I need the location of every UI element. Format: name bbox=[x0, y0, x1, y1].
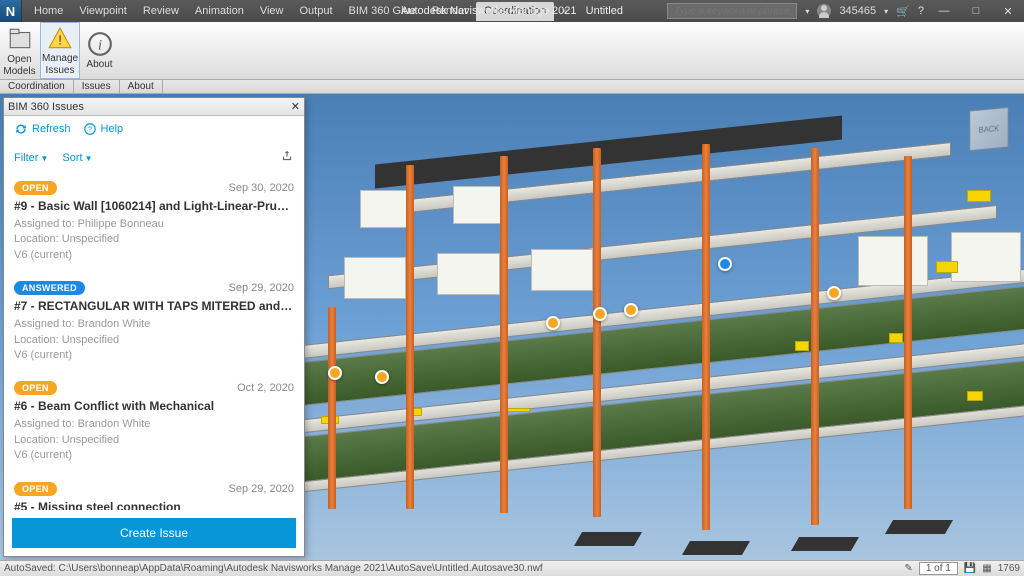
issue-title: #9 - Basic Wall [1060214] and Light-Line… bbox=[14, 199, 294, 213]
help-button[interactable]: ? Help bbox=[83, 122, 124, 136]
user-dropdown-icon[interactable]: ▾ bbox=[884, 7, 888, 16]
issue-date: Sep 29, 2020 bbox=[229, 483, 294, 495]
create-issue-button[interactable]: Create Issue bbox=[12, 518, 296, 548]
issue-date: Oct 2, 2020 bbox=[237, 382, 294, 394]
sort-label: Sort bbox=[62, 152, 82, 164]
status-bar: AutoSaved: C:\Users\bonneap\AppData\Roam… bbox=[0, 560, 1024, 576]
close-button[interactable]: ✕ bbox=[996, 5, 1020, 18]
issue-version: V6 (current) bbox=[14, 348, 294, 363]
ribbon-label: Models bbox=[3, 67, 35, 77]
cart-icon[interactable]: 🛒 bbox=[896, 5, 910, 18]
issue-location: Location: Unspecified bbox=[14, 333, 294, 348]
ribbon-groups: Coordination Issues About bbox=[0, 80, 1024, 94]
ribbon: Open Models ! Manage Issues i About bbox=[0, 22, 1024, 80]
panel-close-icon[interactable]: ✕ bbox=[291, 100, 300, 113]
window-title: Autodesk Navisworks Manage 2021 Untitled bbox=[401, 5, 623, 17]
status-badge: ANSWERED bbox=[14, 281, 85, 295]
ribbon-group-coordination: Coordination bbox=[0, 80, 74, 93]
ribbon-label: About bbox=[86, 60, 112, 70]
issues-list[interactable]: OPEN Sep 30, 2020 #9 - Basic Wall [106021… bbox=[4, 172, 304, 510]
issues-panel: BIM 360 Issues ✕ Refresh ? Help Filter▼ … bbox=[3, 97, 305, 557]
svg-text:?: ? bbox=[88, 126, 92, 133]
about-button[interactable]: i About bbox=[80, 22, 120, 79]
issue-assigned: Assigned to: Brandon White bbox=[14, 417, 294, 432]
panel-toolbar: Refresh ? Help bbox=[4, 116, 304, 142]
refresh-button[interactable]: Refresh bbox=[14, 122, 71, 136]
ribbon-label: Manage bbox=[42, 54, 78, 64]
issue-marker-icon[interactable] bbox=[827, 286, 841, 300]
document-name: Untitled bbox=[586, 5, 623, 17]
panel-title-text: BIM 360 Issues bbox=[8, 101, 84, 113]
disk-icon[interactable]: 💾 bbox=[964, 563, 976, 574]
issue-item[interactable]: OPEN Sep 29, 2020 #5 - Missing steel conn… bbox=[4, 474, 304, 510]
issue-location: Location: Unspecified bbox=[14, 232, 294, 247]
ribbon-label: Open bbox=[7, 55, 31, 65]
export-icon[interactable] bbox=[280, 149, 294, 166]
chevron-down-icon: ▼ bbox=[85, 154, 93, 163]
user-id[interactable]: 345465 bbox=[839, 5, 876, 17]
issue-item[interactable]: ANSWERED Sep 29, 2020 #7 - RECTANGULAR WI… bbox=[4, 273, 304, 373]
svg-text:i: i bbox=[97, 36, 101, 53]
status-badge: OPEN bbox=[14, 181, 57, 195]
pencil-icon[interactable]: ✎ bbox=[904, 563, 912, 574]
issue-title: #7 - RECTANGULAR WITH TAPS MITERED and 4… bbox=[14, 299, 294, 313]
status-badge: OPEN bbox=[14, 381, 57, 395]
search-input[interactable] bbox=[667, 3, 797, 19]
manage-issues-icon: ! bbox=[46, 25, 74, 52]
grid-icon[interactable]: ▦ bbox=[982, 563, 991, 574]
status-badge: OPEN bbox=[14, 482, 57, 496]
page-indicator[interactable]: 1 of 1 bbox=[919, 562, 958, 575]
issue-marker-icon[interactable] bbox=[718, 257, 732, 271]
issue-item[interactable]: OPEN Sep 30, 2020 #9 - Basic Wall [106021… bbox=[4, 173, 304, 273]
panel-filters: Filter▼ Sort▼ bbox=[4, 142, 304, 172]
issue-version: V6 (current) bbox=[14, 248, 294, 263]
issue-date: Sep 29, 2020 bbox=[229, 282, 294, 294]
panel-titlebar[interactable]: BIM 360 Issues ✕ bbox=[4, 98, 304, 116]
help-circle-icon: ? bbox=[83, 122, 97, 136]
menu-home[interactable]: Home bbox=[26, 2, 71, 21]
open-models-button[interactable]: Open Models bbox=[0, 22, 40, 79]
issue-version: V6 (current) bbox=[14, 448, 294, 463]
title-right: ▾ 345465 ▾ 🛒 ? — □ ✕ bbox=[667, 3, 1020, 19]
title-bar: N Home Viewpoint Review Animation View O… bbox=[0, 0, 1024, 22]
search-dropdown-icon[interactable]: ▾ bbox=[805, 7, 809, 16]
issue-date: Sep 30, 2020 bbox=[229, 182, 294, 194]
help-icon[interactable]: ? bbox=[918, 5, 924, 17]
help-label: Help bbox=[101, 123, 124, 135]
menu-review[interactable]: Review bbox=[135, 2, 187, 21]
open-models-icon bbox=[6, 25, 34, 53]
menu-output[interactable]: Output bbox=[292, 2, 341, 21]
issue-title: #5 - Missing steel connection bbox=[14, 500, 294, 510]
app-icon[interactable]: N bbox=[0, 0, 22, 22]
manage-issues-button[interactable]: ! Manage Issues bbox=[40, 22, 80, 79]
app-name: Autodesk Navisworks Manage 2021 bbox=[401, 5, 576, 17]
refresh-icon bbox=[14, 122, 28, 136]
issue-title: #6 - Beam Conflict with Mechanical bbox=[14, 399, 294, 413]
chevron-down-icon: ▼ bbox=[40, 154, 48, 163]
viewcube[interactable]: BACK bbox=[969, 107, 1008, 151]
model-geometry bbox=[266, 131, 1024, 550]
svg-text:!: ! bbox=[58, 32, 62, 47]
autosave-text: AutoSaved: C:\Users\bonneap\AppData\Roam… bbox=[4, 563, 543, 574]
menu-view[interactable]: View bbox=[252, 2, 292, 21]
minimize-button[interactable]: — bbox=[932, 5, 956, 17]
issue-assigned: Assigned to: Philippe Bonneau bbox=[14, 217, 294, 232]
issue-assigned: Assigned to: Brandon White bbox=[14, 317, 294, 332]
maximize-button[interactable]: □ bbox=[964, 5, 988, 17]
ribbon-group-about: About bbox=[120, 80, 163, 93]
memory-indicator: 1769 bbox=[998, 563, 1020, 574]
sort-button[interactable]: Sort▼ bbox=[62, 152, 92, 164]
refresh-label: Refresh bbox=[32, 123, 71, 135]
ribbon-group-issues: Issues bbox=[74, 80, 120, 93]
ribbon-label: Issues bbox=[46, 66, 75, 76]
filter-button[interactable]: Filter▼ bbox=[14, 152, 48, 164]
workspace: BACK BIM 360 Issues ✕ Refresh ? Help Fil… bbox=[0, 94, 1024, 560]
menu-viewpoint[interactable]: Viewpoint bbox=[71, 2, 135, 21]
about-icon: i bbox=[86, 30, 114, 58]
issue-item[interactable]: OPEN Oct 2, 2020 #6 - Beam Conflict with … bbox=[4, 373, 304, 473]
user-avatar-icon[interactable] bbox=[817, 4, 831, 18]
issue-location: Location: Unspecified bbox=[14, 433, 294, 448]
menu-animation[interactable]: Animation bbox=[187, 2, 252, 21]
filter-label: Filter bbox=[14, 152, 38, 164]
